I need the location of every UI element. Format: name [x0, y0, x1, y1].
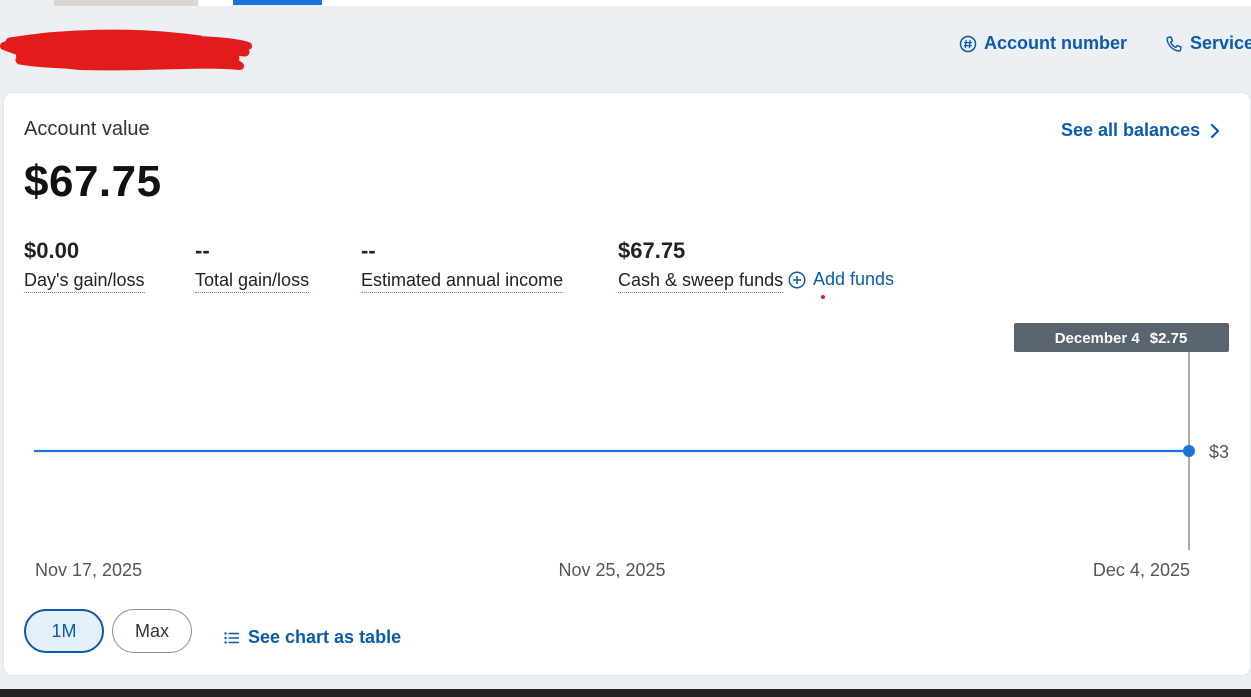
tooltip-value: $2.75 [1150, 330, 1188, 347]
list-icon [224, 631, 239, 644]
see-chart-as-table-label: See chart as table [248, 627, 402, 647]
data-point [1183, 445, 1195, 457]
range-max-button[interactable]: Max [112, 609, 192, 653]
range-1m-button[interactable]: 1M [24, 609, 104, 653]
x-tick-label: Nov 25, 2025 [558, 560, 665, 580]
see-chart-as-table-link[interactable]: See chart as table [224, 627, 401, 648]
taskbar-strip [0, 689, 1251, 697]
tooltip-text: December 4 $2.75 [1055, 330, 1188, 347]
x-tick-label: Nov 17, 2025 [35, 560, 142, 580]
account-value-chart: December 4 $2.75 $3 Nov 17, 2025 Nov 25, 202… [34, 323, 1229, 580]
tooltip-date: December 4 [1055, 330, 1141, 347]
y-tick-label: $3 [1209, 442, 1229, 462]
x-tick-label: Dec 4, 2025 [1093, 560, 1190, 580]
